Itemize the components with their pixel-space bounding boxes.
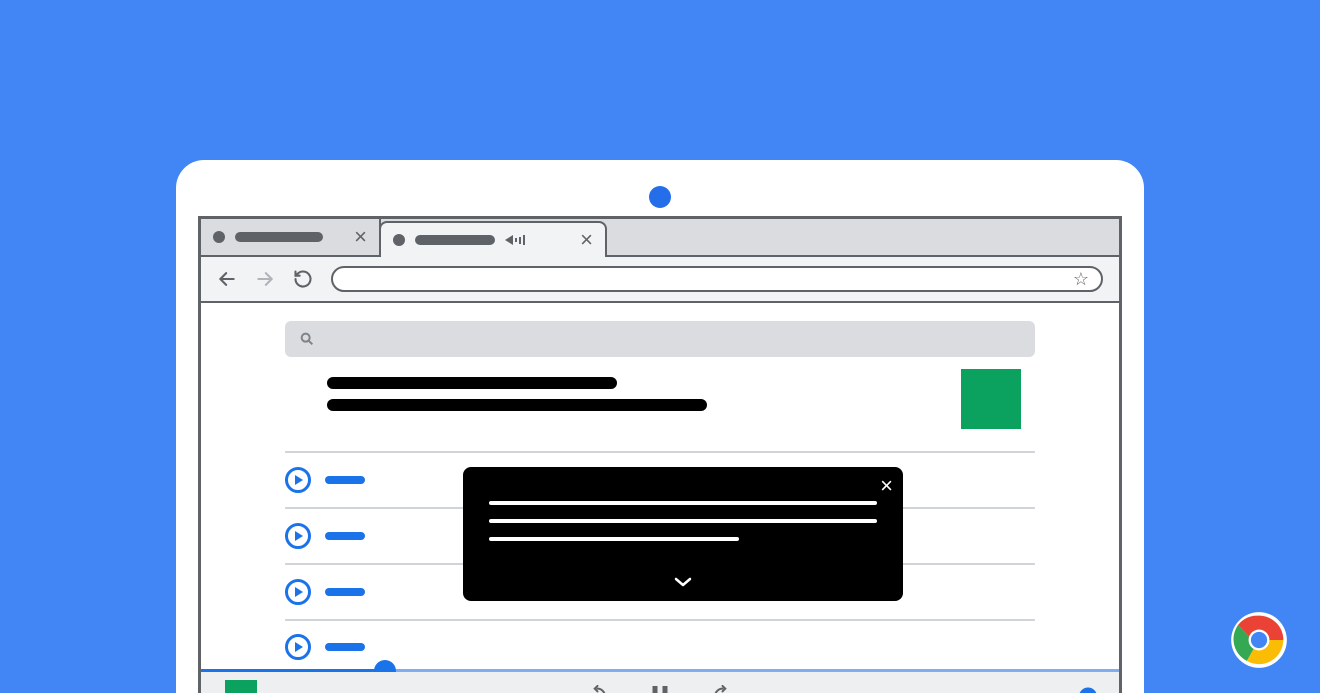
- track-title: [325, 476, 365, 484]
- browser-toolbar: ☆: [201, 257, 1119, 303]
- address-bar[interactable]: ☆: [331, 266, 1103, 292]
- fast-forward-button[interactable]: [712, 685, 734, 693]
- toast-text-line: [489, 537, 739, 541]
- now-playing-art: [225, 680, 257, 693]
- tab-favicon-icon: [393, 234, 405, 246]
- rewind-button[interactable]: [587, 685, 609, 693]
- play-button[interactable]: [285, 579, 311, 605]
- tab-strip: × ×: [201, 219, 1119, 257]
- chrome-logo-icon: [1230, 611, 1288, 669]
- back-button[interactable]: [217, 269, 237, 289]
- bookmark-star-icon[interactable]: ☆: [1073, 270, 1089, 288]
- toast-text-line: [489, 501, 877, 505]
- browser-window: × × ☆: [198, 216, 1122, 693]
- close-tab-icon[interactable]: ×: [354, 226, 367, 248]
- track-row[interactable]: [285, 619, 1035, 675]
- tab-title: [235, 232, 323, 242]
- play-button[interactable]: [285, 634, 311, 660]
- search-icon: [299, 331, 315, 347]
- chevron-down-icon[interactable]: [673, 575, 693, 593]
- page-heading: [327, 377, 707, 411]
- forward-button[interactable]: [255, 269, 275, 289]
- heading-line: [327, 399, 707, 411]
- laptop-frame: × × ☆: [176, 160, 1144, 693]
- browser-tab-2[interactable]: ×: [379, 221, 607, 257]
- audio-playing-icon[interactable]: [505, 235, 525, 245]
- track-title: [325, 588, 365, 596]
- camera-dot: [649, 186, 671, 208]
- play-button[interactable]: [285, 467, 311, 493]
- heading-line: [327, 377, 617, 389]
- pause-button[interactable]: [653, 686, 668, 693]
- play-button[interactable]: [285, 523, 311, 549]
- track-title: [325, 532, 365, 540]
- album-art: [961, 369, 1021, 429]
- track-title: [325, 643, 365, 651]
- tab-favicon-icon: [213, 231, 225, 243]
- tab-title: [415, 235, 495, 245]
- reload-button[interactable]: [293, 269, 313, 289]
- page-content: ×: [201, 303, 1119, 693]
- close-tab-icon[interactable]: ×: [580, 229, 593, 251]
- player-bar: [201, 672, 1119, 693]
- close-icon[interactable]: ×: [880, 475, 893, 497]
- search-input[interactable]: [285, 321, 1035, 357]
- notification-toast: ×: [463, 467, 903, 601]
- volume-knob[interactable]: [1079, 687, 1097, 693]
- browser-tab-1[interactable]: ×: [201, 219, 381, 255]
- toast-text-line: [489, 519, 877, 523]
